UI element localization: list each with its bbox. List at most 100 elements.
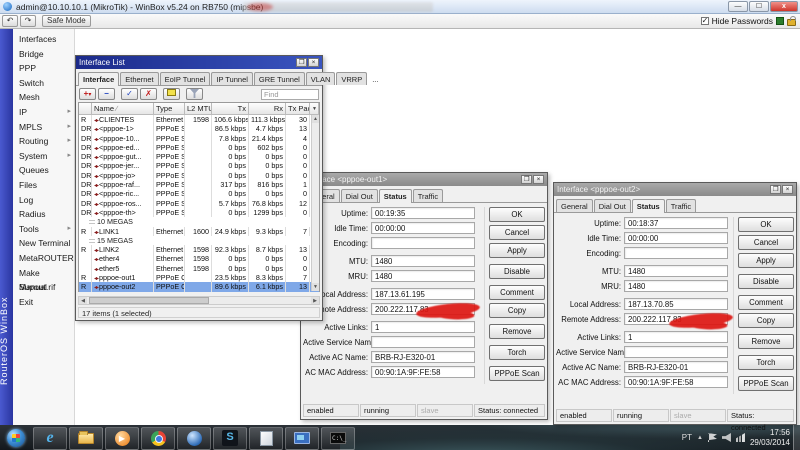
chrome-icon[interactable]: [141, 427, 175, 450]
remove-button[interactable]: −: [98, 88, 115, 100]
close-icon[interactable]: ×: [308, 58, 319, 67]
network-icon[interactable]: [736, 433, 745, 442]
field-value[interactable]: [624, 346, 728, 358]
sidebar-item-ppp[interactable]: PPP: [13, 61, 74, 76]
sidebar-item-mpls[interactable]: MPLS▸: [13, 120, 74, 135]
cancel-button[interactable]: Cancel: [489, 225, 545, 240]
apply-button[interactable]: Apply: [489, 243, 545, 258]
horizontal-scrollbar[interactable]: ◀ ▶: [78, 296, 320, 305]
table-row[interactable]: DR◂▸<pppoe-th>PPPoE S...0 bps1299 bps0: [79, 208, 319, 217]
scrollbar-thumb[interactable]: [89, 297, 209, 304]
copy-button[interactable]: Copy: [738, 313, 794, 328]
disable-button[interactable]: Disable: [738, 274, 794, 289]
enable-button[interactable]: ✓: [121, 88, 138, 100]
close-icon[interactable]: ×: [533, 175, 544, 184]
scroll-down-icon[interactable]: ▼: [312, 283, 319, 291]
disable-button[interactable]: Disable: [489, 264, 545, 279]
interface-list-titlebar[interactable]: Interface List ❐ ×: [76, 56, 322, 69]
sidebar-item-interfaces[interactable]: Interfaces: [13, 32, 74, 47]
field-value[interactable]: 1: [371, 321, 475, 333]
tab-traffic[interactable]: Traffic: [413, 189, 443, 202]
sidebar-item-routing[interactable]: Routing▸: [13, 134, 74, 149]
tab-ip-tunnel[interactable]: IP Tunnel: [211, 72, 253, 85]
table-comment-row[interactable]: ::: 10 MEGAS: [79, 217, 319, 226]
field-value[interactable]: 187.13.61.195: [371, 288, 475, 300]
sidebar-item-make-supout-rif[interactable]: Make Supout.rif: [13, 266, 74, 281]
sidebar-item-mesh[interactable]: Mesh: [13, 90, 74, 105]
sidebar-item-manual[interactable]: Manual: [13, 280, 74, 295]
add-button[interactable]: +▾: [79, 88, 96, 100]
field-value[interactable]: 200.222.117.83: [624, 313, 728, 325]
tab-vrrp[interactable]: VRRP: [336, 72, 367, 85]
media-player-icon[interactable]: ▶: [105, 427, 139, 450]
column-picker-button[interactable]: ▼: [310, 103, 319, 114]
field-value[interactable]: 187.13.70.85: [624, 298, 728, 310]
maximize-button[interactable]: ☐: [749, 1, 769, 12]
field-value[interactable]: BRB-RJ-E320-01: [624, 361, 728, 373]
table-row[interactable]: DR◂▸<pppoe-1>PPPoE S...86.5 kbps4.7 kbps…: [79, 124, 319, 133]
dialog-titlebar[interactable]: Interface <pppoe-out1>❐×: [301, 173, 547, 186]
copy-button[interactable]: Copy: [489, 303, 545, 318]
table-comment-row[interactable]: ::: 15 MEGAS: [79, 236, 319, 245]
ie-icon[interactable]: e: [33, 427, 67, 450]
sidebar-item-queues[interactable]: Queues: [13, 163, 74, 178]
table-row[interactable]: DR◂▸<pppoe-ed...PPPoE S...0 bps602 bps0: [79, 143, 319, 152]
table-header[interactable]: Name ∕ Type L2 MTU Tx Rx Tx Pac... ▼: [79, 103, 319, 115]
torch-button[interactable]: Torch: [738, 355, 794, 370]
table-row[interactable]: R◂▸LINK1Ethernet160024.9 kbps9.3 kbps7: [79, 227, 319, 236]
tab-vlan[interactable]: VLAN: [306, 72, 336, 85]
sidebar-item-files[interactable]: Files: [13, 178, 74, 193]
field-value[interactable]: 200.222.117.83: [371, 303, 475, 315]
tab-gre-tunnel[interactable]: GRE Tunnel: [254, 72, 305, 85]
explorer-icon[interactable]: [69, 427, 103, 450]
show-desktop-button[interactable]: [793, 425, 800, 450]
table-row[interactable]: R◂▸CLIENTESEthernet1598106.6 kbps111.3 k…: [79, 115, 319, 124]
comment-button[interactable]: Comment: [738, 295, 794, 310]
torch-button[interactable]: Torch: [489, 345, 545, 360]
cancel-button[interactable]: Cancel: [738, 235, 794, 250]
field-value[interactable]: 00:00:00: [624, 232, 728, 244]
restore-icon[interactable]: ❐: [521, 175, 532, 184]
sidebar-item-tools[interactable]: Tools▸: [13, 222, 74, 237]
table-row[interactable]: ◂▸ether5Ethernet15980 bps0 bps0: [79, 264, 319, 273]
table-row[interactable]: R◂▸pppoe-out2PPPoE C...89.6 kbps6.1 kbps…: [79, 282, 319, 291]
keyboard-language-indicator[interactable]: PT: [682, 433, 692, 442]
field-value[interactable]: 00:18:37: [624, 217, 728, 229]
tab-dial-out[interactable]: Dial Out: [594, 199, 631, 212]
table-row[interactable]: DR◂▸<pppoe-10...PPPoE S...7.8 kbps21.4 k…: [79, 134, 319, 143]
pppoe-scan-button[interactable]: PPPoE Scan: [489, 366, 545, 381]
sidebar-item-ip[interactable]: IP▸: [13, 105, 74, 120]
field-value[interactable]: 00:90:1A:9F:FE:58: [371, 366, 475, 378]
restore-icon[interactable]: ❐: [296, 58, 307, 67]
tab-overflow[interactable]: ...: [368, 73, 382, 85]
restore-icon[interactable]: ❐: [770, 185, 781, 194]
disable-button[interactable]: ✗: [140, 88, 157, 100]
remove-button[interactable]: Remove: [738, 334, 794, 349]
tab-status[interactable]: Status: [379, 189, 412, 203]
notepad-icon[interactable]: [249, 427, 283, 450]
table-row[interactable]: DR◂▸<pppoe-raf...PPPoE S...317 bps816 bp…: [79, 180, 319, 189]
vertical-scrollbar[interactable]: ▲ ▼: [311, 115, 319, 291]
tab-traffic[interactable]: Traffic: [666, 199, 696, 212]
field-value[interactable]: 1480: [624, 265, 728, 277]
redo-button[interactable]: ↷: [20, 15, 36, 27]
sidebar-item-exit[interactable]: Exit: [13, 295, 74, 310]
filter-button[interactable]: [186, 88, 203, 100]
skype-icon[interactable]: S: [213, 427, 247, 450]
control-panel-icon[interactable]: [285, 427, 319, 450]
tab-dial-out[interactable]: Dial Out: [341, 189, 378, 202]
dialog-titlebar[interactable]: Interface <pppoe-out2>❐×: [554, 183, 796, 196]
scroll-up-icon[interactable]: ▲: [312, 115, 319, 123]
ok-button[interactable]: OK: [738, 217, 794, 232]
table-row[interactable]: DR◂▸<pppoe-gut...PPPoE S...0 bps0 bps0: [79, 152, 319, 161]
ok-button[interactable]: OK: [489, 207, 545, 222]
tab-interface[interactable]: Interface: [78, 72, 119, 86]
table-row[interactable]: R◂▸LINK2Ethernet159892.3 kbps8.7 kbps13: [79, 245, 319, 254]
scroll-left-icon[interactable]: ◀: [79, 297, 87, 304]
table-row[interactable]: ◂▸ether4Ethernet15980 bps0 bps0: [79, 254, 319, 263]
field-value[interactable]: 00:19:35: [371, 207, 475, 219]
sidebar-item-metarouter[interactable]: MetaROUTER: [13, 251, 74, 266]
safe-mode-button[interactable]: Safe Mode: [42, 15, 91, 27]
table-row[interactable]: DR◂▸<pppoe-ric...PPPoE S...0 bps0 bps0: [79, 189, 319, 198]
tab-status[interactable]: Status: [632, 199, 665, 213]
